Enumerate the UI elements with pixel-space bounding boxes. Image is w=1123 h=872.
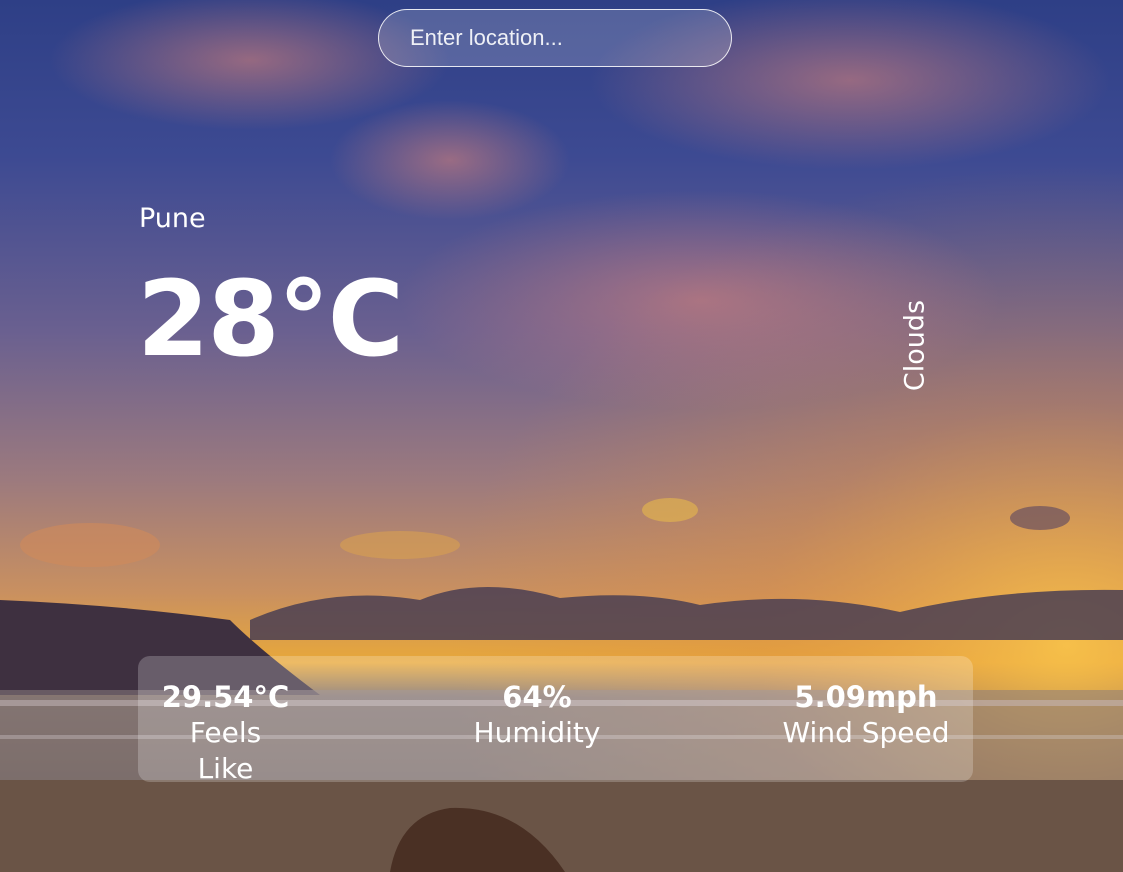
wind-speed-value: 5.09mph — [794, 680, 938, 714]
humidity-stat: 64% Humidity — [465, 680, 609, 751]
weather-condition: Clouds — [899, 299, 931, 392]
humidity-label: Humidity — [473, 715, 601, 749]
feels-like-label: Feels Like — [189, 715, 262, 786]
humidity-value: 64% — [502, 680, 572, 714]
weather-stats-panel: 29.54°C Feels Like 64% Humidity 5.09mph … — [138, 656, 973, 785]
feels-like-stat: 29.54°C Feels Like — [158, 680, 293, 788]
city-name: Pune — [139, 203, 206, 234]
current-temperature: 28°C — [137, 258, 404, 380]
wind-speed-stat: 5.09mph Wind Speed — [778, 680, 954, 751]
location-search-input[interactable] — [378, 9, 732, 67]
feels-like-value: 29.54°C — [161, 680, 290, 714]
wind-speed-label: Wind Speed — [782, 715, 950, 749]
